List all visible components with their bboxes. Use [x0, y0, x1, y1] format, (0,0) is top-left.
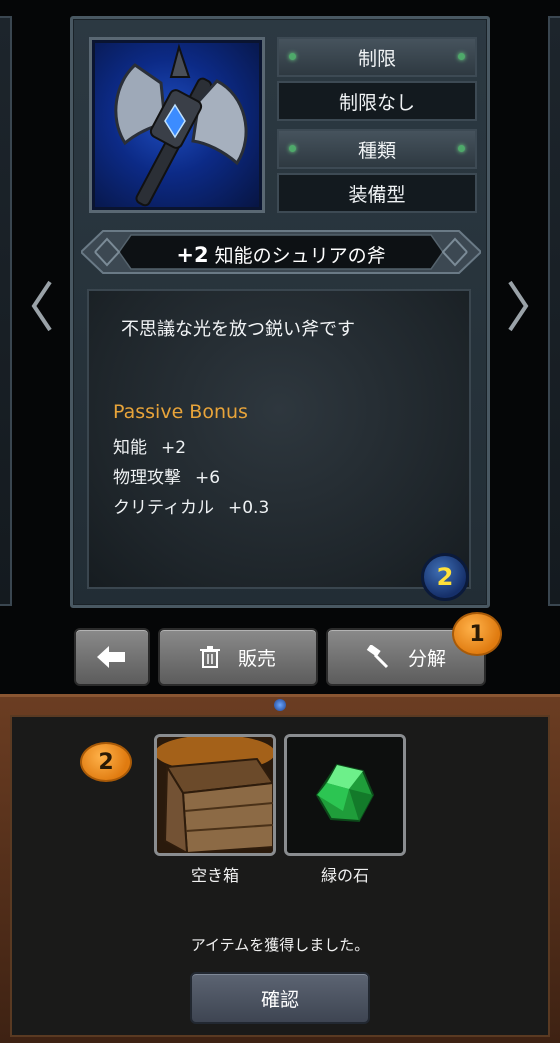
restriction-header: 制限: [277, 37, 477, 77]
restriction-label: 制限: [357, 47, 396, 70]
disassemble-label: 分解: [407, 647, 446, 670]
item-name: 知能のシュリアの斧: [214, 245, 386, 267]
item-detail-card: 制限 制限なし 種類 装備型 +2 知能のシュリアの斧 不思議な光を放つ鋭い斧です…: [70, 16, 490, 608]
item-description: 不思議な光を放つ鋭い斧です: [121, 319, 355, 340]
type-value: 装備型: [348, 183, 406, 206]
item-count-badge: 2: [421, 553, 469, 601]
step-2-badge: 2: [80, 742, 132, 782]
type-header: 種類: [277, 129, 477, 169]
type-label: 種類: [357, 139, 396, 162]
trash-icon: [199, 646, 220, 668]
previous-item-card[interactable]: [0, 16, 12, 606]
result-item-slot[interactable]: [284, 734, 406, 856]
result-item-label: 緑の石: [320, 866, 369, 885]
item-icon-frame: [89, 37, 265, 213]
hammer-icon: [366, 645, 390, 669]
item-plus-level: +2: [176, 243, 209, 267]
previous-arrow-icon[interactable]: [30, 278, 54, 334]
result-message: アイテムを獲得しました。: [190, 936, 370, 954]
restriction-value: 制限なし: [338, 91, 415, 114]
confirm-label: 確認: [260, 988, 299, 1011]
panel-gem-ornament: [274, 699, 286, 711]
result-item-slot[interactable]: [154, 734, 276, 856]
restriction-value-box: 制限なし: [277, 81, 477, 121]
next-item-card[interactable]: [548, 16, 560, 606]
sell-label: 販売: [237, 647, 276, 670]
result-item-label: 空き箱: [190, 866, 239, 885]
back-arrow-icon: [97, 646, 125, 668]
empty-box-icon: [157, 737, 273, 853]
bonus-line: クリティカル +0.3: [113, 498, 270, 518]
item-description-box: 不思議な光を放つ鋭い斧です Passive Bonus 知能 +2 物理攻撃 +6 …: [87, 289, 471, 601]
next-arrow-icon[interactable]: [506, 278, 530, 334]
bonus-line: 知能 +2: [113, 438, 187, 458]
bonus-line: 物理攻撃 +6: [113, 468, 221, 488]
confirm-button[interactable]: 確認: [190, 972, 370, 1024]
sell-button[interactable]: 販売: [158, 628, 318, 686]
green-stone-icon: [287, 737, 403, 853]
item-name-banner: +2 知能のシュリアの斧: [81, 229, 481, 275]
battle-axe-icon: [114, 43, 248, 207]
passive-bonus-title: Passive Bonus: [113, 401, 248, 423]
step-1-badge: 1: [452, 612, 502, 656]
back-button[interactable]: [74, 628, 150, 686]
type-value-box: 装備型: [277, 173, 477, 213]
